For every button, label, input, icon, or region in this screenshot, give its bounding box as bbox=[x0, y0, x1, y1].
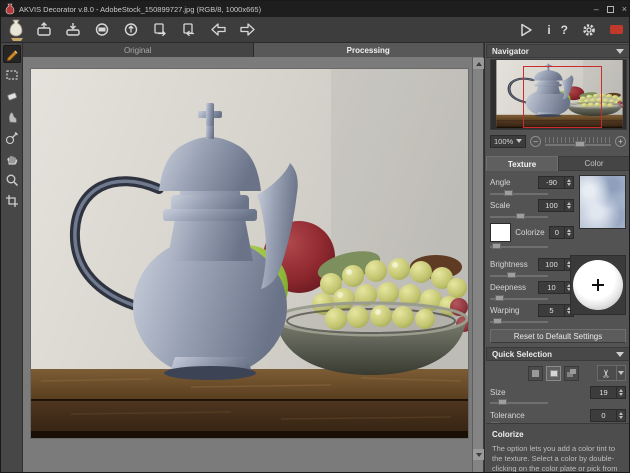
navigator-header[interactable]: Navigator bbox=[486, 44, 630, 58]
brightness-label: Brightness bbox=[490, 260, 538, 269]
import-presets-button[interactable] bbox=[149, 20, 171, 40]
tab-texture[interactable]: Texture bbox=[486, 156, 558, 171]
tolerance-spinner[interactable]: 0 bbox=[590, 409, 626, 422]
size-spinner[interactable]: 19 bbox=[590, 386, 626, 399]
selection-mode-single-button[interactable] bbox=[528, 366, 543, 381]
view-tab-bar: Original Processing bbox=[23, 43, 483, 57]
angle-spinner[interactable]: -90 bbox=[538, 176, 574, 189]
smudge-tool[interactable] bbox=[3, 108, 21, 126]
navigator-thumbnail[interactable] bbox=[490, 59, 627, 130]
zoom-slider[interactable] bbox=[545, 135, 611, 147]
vertical-scrollbar[interactable] bbox=[472, 57, 483, 473]
tab-processing[interactable]: Processing bbox=[254, 43, 484, 57]
quick-selection-tools: ✂ bbox=[490, 363, 626, 383]
zoom-out-button[interactable]: – bbox=[530, 136, 541, 147]
print-button[interactable] bbox=[91, 20, 113, 40]
tolerance-label: Tolerance bbox=[490, 411, 590, 420]
navigator-title: Navigator bbox=[492, 47, 616, 56]
scale-label: Scale bbox=[490, 201, 538, 210]
quick-selection-collapse-icon[interactable] bbox=[616, 352, 624, 357]
akvis-logo bbox=[3, 18, 29, 42]
deepness-label: Deepness bbox=[490, 283, 538, 292]
navigator-controls: 100% – + bbox=[490, 132, 626, 150]
image-canvas[interactable] bbox=[23, 57, 472, 473]
app-window: AKVIS Decorator v.8.0 - AdobeStock_15089… bbox=[0, 0, 630, 473]
export-presets-button[interactable] bbox=[178, 20, 200, 40]
minimize-button[interactable]: – bbox=[594, 4, 599, 14]
crop-tool[interactable] bbox=[3, 192, 21, 210]
preferences-button[interactable] bbox=[578, 20, 600, 40]
feedback-icon[interactable] bbox=[610, 25, 623, 34]
tab-original[interactable]: Original bbox=[23, 43, 254, 57]
deepness-slider[interactable] bbox=[490, 295, 548, 302]
color-picker-tool[interactable] bbox=[3, 129, 21, 147]
close-button[interactable]: × bbox=[622, 4, 627, 14]
warping-preview bbox=[570, 255, 626, 315]
title-bar: AKVIS Decorator v.8.0 - AdobeStock_15089… bbox=[1, 1, 630, 17]
tool-sidebar bbox=[1, 43, 23, 473]
selection-mode-active-button[interactable] bbox=[546, 366, 561, 381]
angle-label: Angle bbox=[490, 178, 538, 187]
zoom-slider-handle[interactable] bbox=[575, 141, 585, 147]
colorize-spinner[interactable]: 0 bbox=[549, 226, 574, 239]
workspace: Original Processing bbox=[23, 43, 483, 473]
reset-defaults-button[interactable]: Reset to Default Settings bbox=[490, 329, 626, 343]
selection-scissors-button[interactable]: ✂ bbox=[597, 365, 617, 381]
main-toolbar: i ? bbox=[1, 17, 630, 43]
selection-pencil-tool[interactable] bbox=[3, 45, 21, 63]
settings-panel: Navigator 100% – + Texture Color bbox=[484, 43, 630, 473]
info-button[interactable]: i bbox=[547, 23, 550, 37]
share-button[interactable] bbox=[120, 20, 142, 40]
size-slider[interactable] bbox=[490, 399, 548, 406]
scroll-up-icon[interactable] bbox=[473, 58, 484, 69]
brightness-spinner[interactable]: 100 bbox=[538, 258, 574, 271]
run-button[interactable] bbox=[515, 20, 537, 40]
redo-button[interactable] bbox=[236, 20, 258, 40]
zoom-level-value: 100% bbox=[494, 137, 513, 146]
window-title: AKVIS Decorator v.8.0 - AdobeStock_15089… bbox=[19, 5, 594, 14]
open-button[interactable] bbox=[33, 20, 55, 40]
warping-spinner[interactable]: 5 bbox=[538, 304, 574, 317]
zoom-in-button[interactable]: + bbox=[615, 136, 626, 147]
zoom-tool[interactable] bbox=[3, 171, 21, 189]
eraser-tool[interactable] bbox=[3, 87, 21, 105]
angle-slider[interactable] bbox=[490, 190, 548, 197]
warping-label: Warping bbox=[490, 306, 538, 315]
hints-panel: Colorize The option lets you add a color… bbox=[486, 423, 630, 473]
hint-title: Colorize bbox=[492, 430, 624, 439]
colorize-label: Colorize bbox=[515, 228, 544, 237]
quick-selection-title: Quick Selection bbox=[492, 350, 616, 359]
still-life-photo bbox=[31, 69, 468, 438]
scroll-down-icon[interactable] bbox=[473, 449, 484, 460]
navigator-view-rectangle[interactable] bbox=[523, 66, 601, 128]
scale-spinner[interactable]: 100 bbox=[538, 199, 574, 212]
undo-button[interactable] bbox=[207, 20, 229, 40]
brightness-slider[interactable] bbox=[490, 272, 548, 279]
hand-tool[interactable] bbox=[3, 150, 21, 168]
scissors-dropdown-icon[interactable] bbox=[617, 365, 626, 381]
quick-selection-header[interactable]: Quick Selection bbox=[486, 347, 630, 361]
tab-color[interactable]: Color bbox=[558, 156, 630, 171]
zoom-level-dropdown[interactable]: 100% bbox=[490, 135, 526, 148]
zoom-dropdown-icon bbox=[516, 139, 522, 143]
deepness-spinner[interactable]: 10 bbox=[538, 281, 574, 294]
hint-body: The option lets you add a color tint to … bbox=[492, 444, 624, 473]
save-button[interactable] bbox=[62, 20, 84, 40]
selection-marquee-tool[interactable] bbox=[3, 66, 21, 84]
texture-color-tabs: Texture Color bbox=[486, 156, 630, 171]
app-icon bbox=[5, 3, 15, 15]
warping-slider[interactable] bbox=[490, 318, 548, 325]
help-button[interactable]: ? bbox=[561, 23, 568, 37]
texture-preview[interactable] bbox=[579, 175, 626, 229]
selection-mode-multi-button[interactable] bbox=[564, 366, 579, 381]
colorize-slider[interactable] bbox=[490, 243, 548, 250]
navigator-collapse-icon[interactable] bbox=[616, 49, 624, 54]
scale-slider[interactable] bbox=[490, 213, 548, 220]
texture-params: Angle -90 Scale 100 Colorize 0 bbox=[485, 171, 630, 250]
size-label: Size bbox=[490, 388, 590, 397]
colorize-color-swatch[interactable] bbox=[490, 223, 511, 242]
effect-params: Brightness 100 Deepness 10 Warping 5 bbox=[485, 253, 630, 325]
maximize-button[interactable] bbox=[607, 6, 614, 13]
